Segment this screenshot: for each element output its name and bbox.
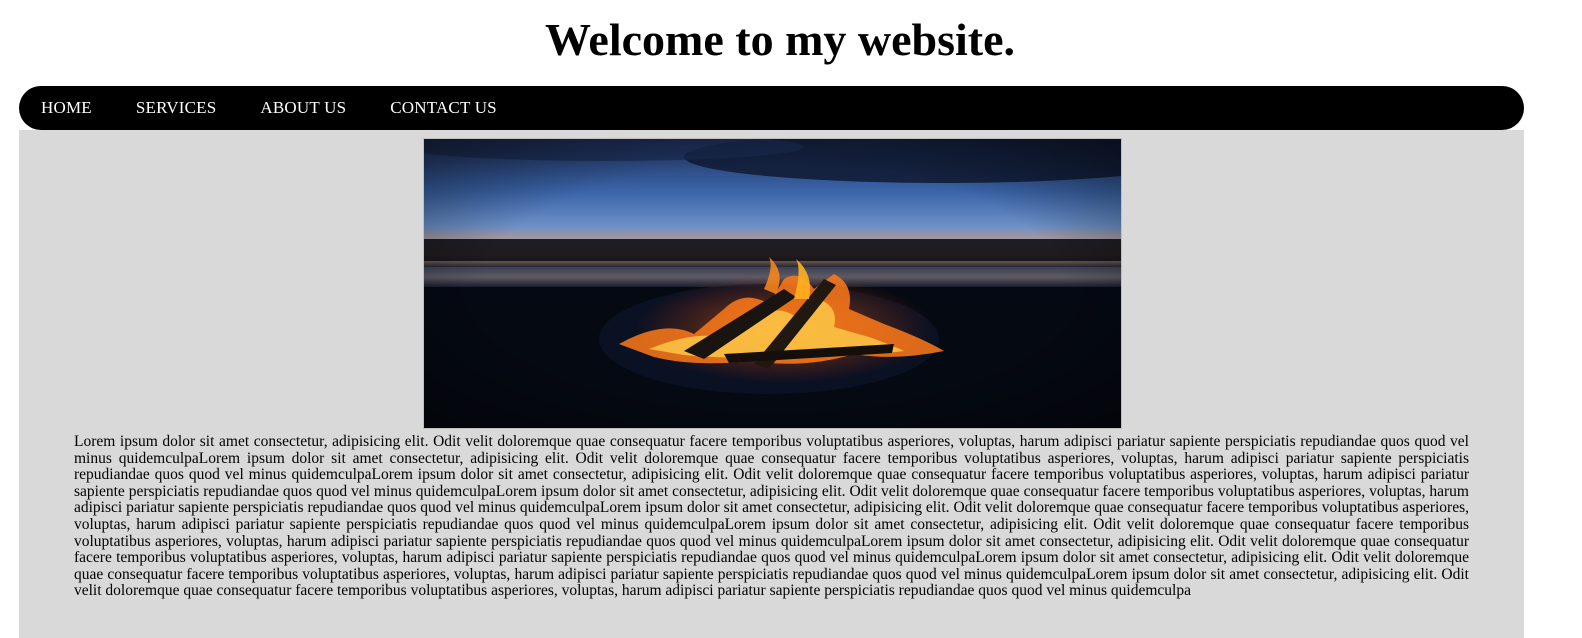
nav-link-home[interactable]: HOME [41, 98, 92, 118]
main-navigation: HOME SERVICES ABOUT US CONTACT US [19, 86, 1524, 130]
page-title: Welcome to my website. [544, 14, 1016, 65]
body-paragraph: Lorem ipsum dolor sit amet consectetur, … [74, 433, 1469, 600]
hero-image [423, 138, 1122, 429]
nav-link-contact-us[interactable]: CONTACT US [390, 98, 497, 118]
main-content: Lorem ipsum dolor sit amet consectetur, … [19, 130, 1524, 638]
nav-link-about-us[interactable]: ABOUT US [260, 98, 346, 118]
nav-link-services[interactable]: SERVICES [136, 98, 217, 118]
